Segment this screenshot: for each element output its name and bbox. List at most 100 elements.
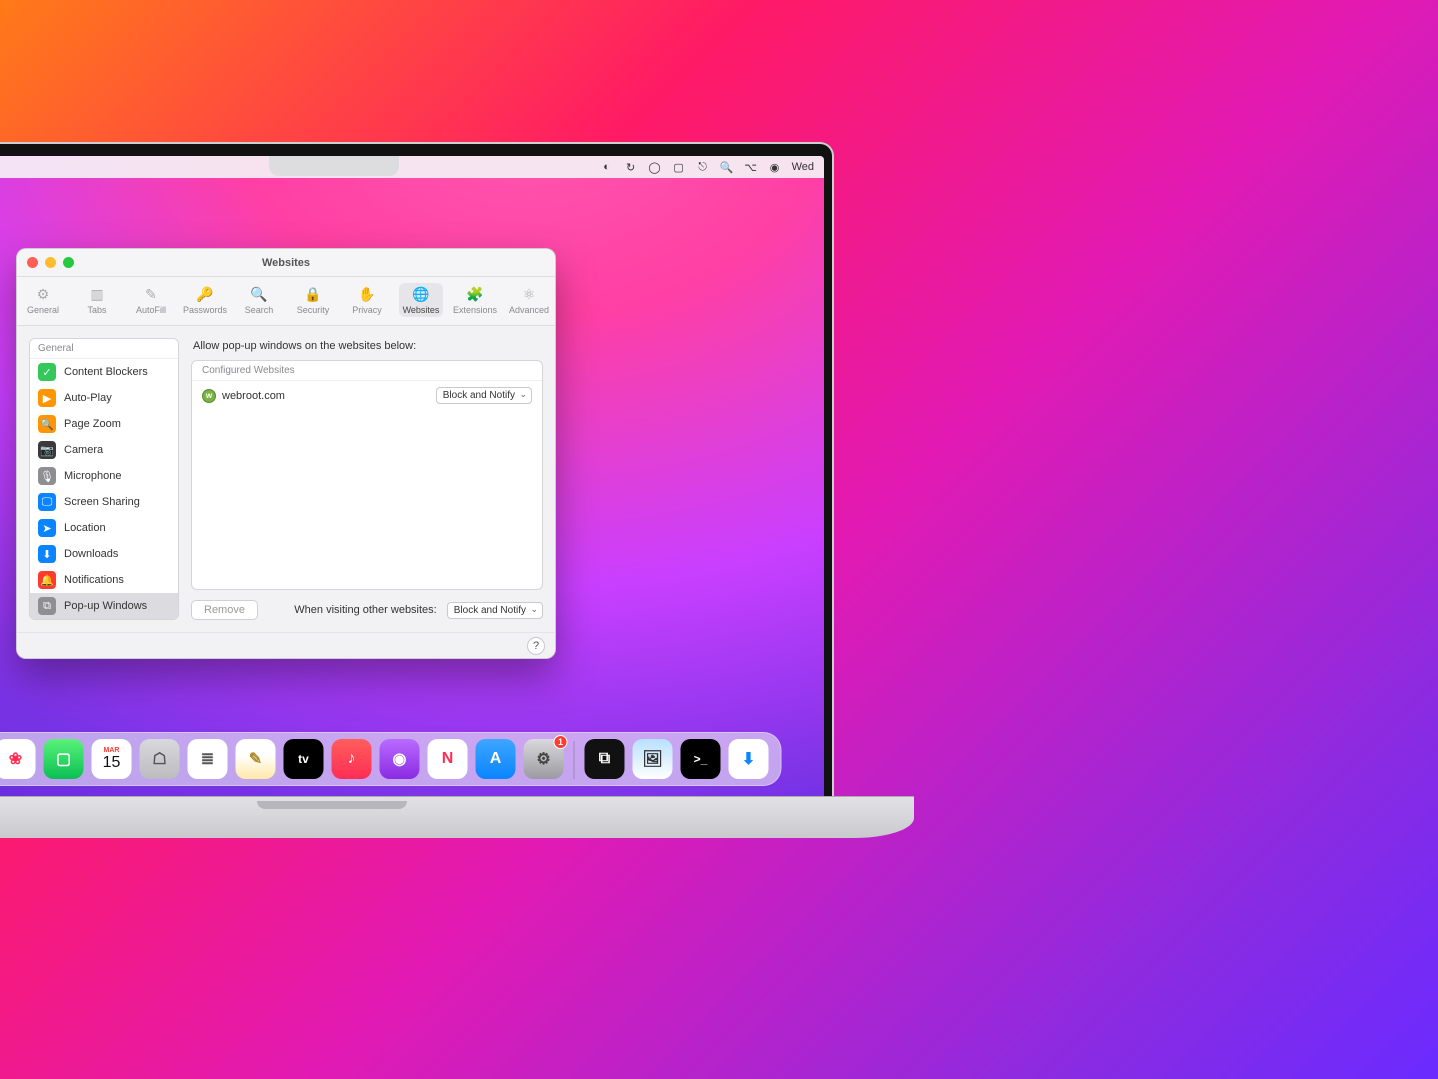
tab-privacy[interactable]: ✋Privacy bbox=[345, 283, 389, 317]
screen-icon: 🖵 bbox=[38, 493, 56, 511]
remove-button[interactable]: Remove bbox=[191, 600, 258, 620]
control-center-icon[interactable]: ⌥ bbox=[744, 160, 758, 174]
dock-music[interactable]: ♪ bbox=[332, 739, 372, 779]
bell-icon: 🔔 bbox=[38, 571, 56, 589]
dock-contacts[interactable]: ☖ bbox=[140, 739, 180, 779]
dock-calendar[interactable]: MAR15 bbox=[92, 739, 132, 779]
display-icon[interactable]: ▢ bbox=[672, 160, 686, 174]
sidebar-item-page-zoom[interactable]: 🔍 Page Zoom bbox=[30, 411, 178, 437]
user-icon[interactable]: ◯ bbox=[648, 160, 662, 174]
tabs-icon: ▥ bbox=[88, 285, 106, 303]
preferences-toolbar: ⚙General ▥Tabs ✎AutoFill 🔑Passwords 🔍Sea… bbox=[17, 277, 555, 326]
dock-tv[interactable]: tv bbox=[284, 739, 324, 779]
gear-icon: ⚙ bbox=[34, 285, 52, 303]
sidebar-item-label: Page Zoom bbox=[64, 418, 121, 430]
laptop-screen: elp ◐ ↻ ◯ ▢ ⎋ 🔍 ⌥ ◉ Wed bbox=[0, 156, 824, 796]
dock-podcasts[interactable]: ◉ bbox=[380, 739, 420, 779]
sidebar-item-microphone[interactable]: 🎙 Microphone bbox=[30, 463, 178, 489]
other-websites-label: When visiting other websites: bbox=[294, 604, 436, 616]
dock-activity-monitor[interactable]: ⧉ bbox=[585, 739, 625, 779]
sidebar-item-popup-windows[interactable]: ⧉ Pop-up Windows bbox=[30, 593, 178, 619]
dock-facetime[interactable]: ▢ bbox=[44, 739, 84, 779]
spotlight-icon[interactable]: 🔍 bbox=[720, 160, 734, 174]
puzzle-icon: 🧩 bbox=[466, 285, 484, 303]
preferences-body: General ✓ Content Blockers ▶ Auto-Play 🔍… bbox=[17, 326, 555, 632]
window-titlebar[interactable]: Websites bbox=[17, 249, 555, 277]
dock-terminal[interactable]: >_ bbox=[681, 739, 721, 779]
website-cell: w webroot.com bbox=[202, 389, 285, 403]
shield-check-icon: ✓ bbox=[38, 363, 56, 381]
sidebar-item-camera[interactable]: 📷 Camera bbox=[30, 437, 178, 463]
website-domain: webroot.com bbox=[222, 390, 285, 402]
window-traffic-lights bbox=[27, 257, 74, 268]
dock-system-preferences[interactable]: ⚙1 bbox=[524, 739, 564, 779]
window-help-bar: ? bbox=[17, 632, 555, 658]
tab-autofill[interactable]: ✎AutoFill bbox=[129, 283, 173, 317]
dock-news[interactable]: N bbox=[428, 739, 468, 779]
macos-menubar: elp ◐ ↻ ◯ ▢ ⎋ 🔍 ⌥ ◉ Wed bbox=[0, 156, 824, 178]
location-arrow-icon: ➤ bbox=[38, 519, 56, 537]
wifi-icon[interactable]: ⎋ bbox=[696, 160, 710, 174]
sidebar-item-auto-play[interactable]: ▶ Auto-Play bbox=[30, 385, 178, 411]
sidebar-item-label: Downloads bbox=[64, 548, 118, 560]
menubar-date[interactable]: Wed bbox=[792, 161, 814, 173]
sidebar-item-notifications[interactable]: 🔔 Notifications bbox=[30, 567, 178, 593]
minimize-button[interactable] bbox=[45, 257, 56, 268]
tab-extensions[interactable]: 🧩Extensions bbox=[453, 283, 497, 317]
globe-icon: 🌐 bbox=[412, 285, 430, 303]
websites-sidebar: General ✓ Content Blockers ▶ Auto-Play 🔍… bbox=[29, 338, 179, 620]
tab-security[interactable]: 🔒Security bbox=[291, 283, 335, 317]
configured-websites-table: Configured Websites w webroot.com Block … bbox=[191, 360, 543, 590]
tab-advanced[interactable]: ⚛Advanced bbox=[507, 283, 551, 317]
key-icon: 🔑 bbox=[196, 285, 214, 303]
tab-tabs[interactable]: ▥Tabs bbox=[75, 283, 119, 317]
lock-icon: 🔒 bbox=[304, 285, 322, 303]
dock-preview[interactable]: 🖼 bbox=[633, 739, 673, 779]
pane-footer: Remove When visiting other websites: Blo… bbox=[191, 600, 543, 620]
sidebar-item-label: Auto-Play bbox=[64, 392, 112, 404]
sidebar-item-label: Microphone bbox=[64, 470, 121, 482]
timemachine-icon[interactable]: ↻ bbox=[624, 160, 638, 174]
dock-photos[interactable]: ❀ bbox=[0, 739, 36, 779]
badge-count: 1 bbox=[554, 735, 568, 749]
help-button[interactable]: ? bbox=[527, 637, 545, 655]
website-policy-select[interactable]: Block and Notify bbox=[436, 387, 532, 404]
hand-icon: ✋ bbox=[358, 285, 376, 303]
other-websites-policy-select[interactable]: Block and Notify bbox=[447, 602, 543, 619]
zoom-button[interactable] bbox=[63, 257, 74, 268]
play-icon: ▶ bbox=[38, 389, 56, 407]
sidebar-item-content-blockers[interactable]: ✓ Content Blockers bbox=[30, 359, 178, 385]
laptop-base bbox=[0, 796, 914, 838]
download-icon: ⬇ bbox=[38, 545, 56, 563]
dock-notes[interactable]: ✎ bbox=[236, 739, 276, 779]
website-row[interactable]: w webroot.com Block and Notify bbox=[192, 381, 542, 410]
advanced-icon: ⚛ bbox=[520, 285, 538, 303]
window-title: Websites bbox=[17, 257, 555, 269]
sidebar-item-label: Pop-up Windows bbox=[64, 600, 147, 612]
search-icon: 🔍 bbox=[250, 285, 268, 303]
sidebar-item-downloads[interactable]: ⬇ Downloads bbox=[30, 541, 178, 567]
tab-passwords[interactable]: 🔑Passwords bbox=[183, 283, 227, 317]
safari-preferences-window: Websites ⚙General ▥Tabs ✎AutoFill 🔑Passw… bbox=[16, 248, 556, 659]
sidebar-item-location[interactable]: ➤ Location bbox=[30, 515, 178, 541]
laptop-mockup: elp ◐ ↻ ◯ ▢ ⎋ 🔍 ⌥ ◉ Wed bbox=[0, 142, 834, 838]
laptop-bezel: elp ◐ ↻ ◯ ▢ ⎋ 🔍 ⌥ ◉ Wed bbox=[0, 142, 834, 796]
close-button[interactable] bbox=[27, 257, 38, 268]
microphone-icon: 🎙 bbox=[38, 467, 56, 485]
websites-main-pane: Allow pop-up windows on the websites bel… bbox=[191, 338, 543, 620]
do-not-disturb-icon[interactable]: ◐ bbox=[600, 160, 614, 174]
siri-icon[interactable]: ◉ bbox=[768, 160, 782, 174]
tab-search[interactable]: 🔍Search bbox=[237, 283, 281, 317]
tab-websites[interactable]: 🌐Websites bbox=[399, 283, 443, 317]
favicon-icon: w bbox=[202, 389, 216, 403]
dock-reminders[interactable]: ≣ bbox=[188, 739, 228, 779]
sidebar-item-screen-sharing[interactable]: 🖵 Screen Sharing bbox=[30, 489, 178, 515]
sidebar-item-label: Camera bbox=[64, 444, 103, 456]
sidebar-item-label: Screen Sharing bbox=[64, 496, 140, 508]
table-header: Configured Websites bbox=[192, 361, 542, 381]
autofill-icon: ✎ bbox=[142, 285, 160, 303]
pane-heading: Allow pop-up windows on the websites bel… bbox=[193, 340, 541, 352]
tab-general[interactable]: ⚙General bbox=[21, 283, 65, 317]
dock-appstore[interactable]: A bbox=[476, 739, 516, 779]
dock-downloads[interactable]: ⬇ bbox=[729, 739, 769, 779]
